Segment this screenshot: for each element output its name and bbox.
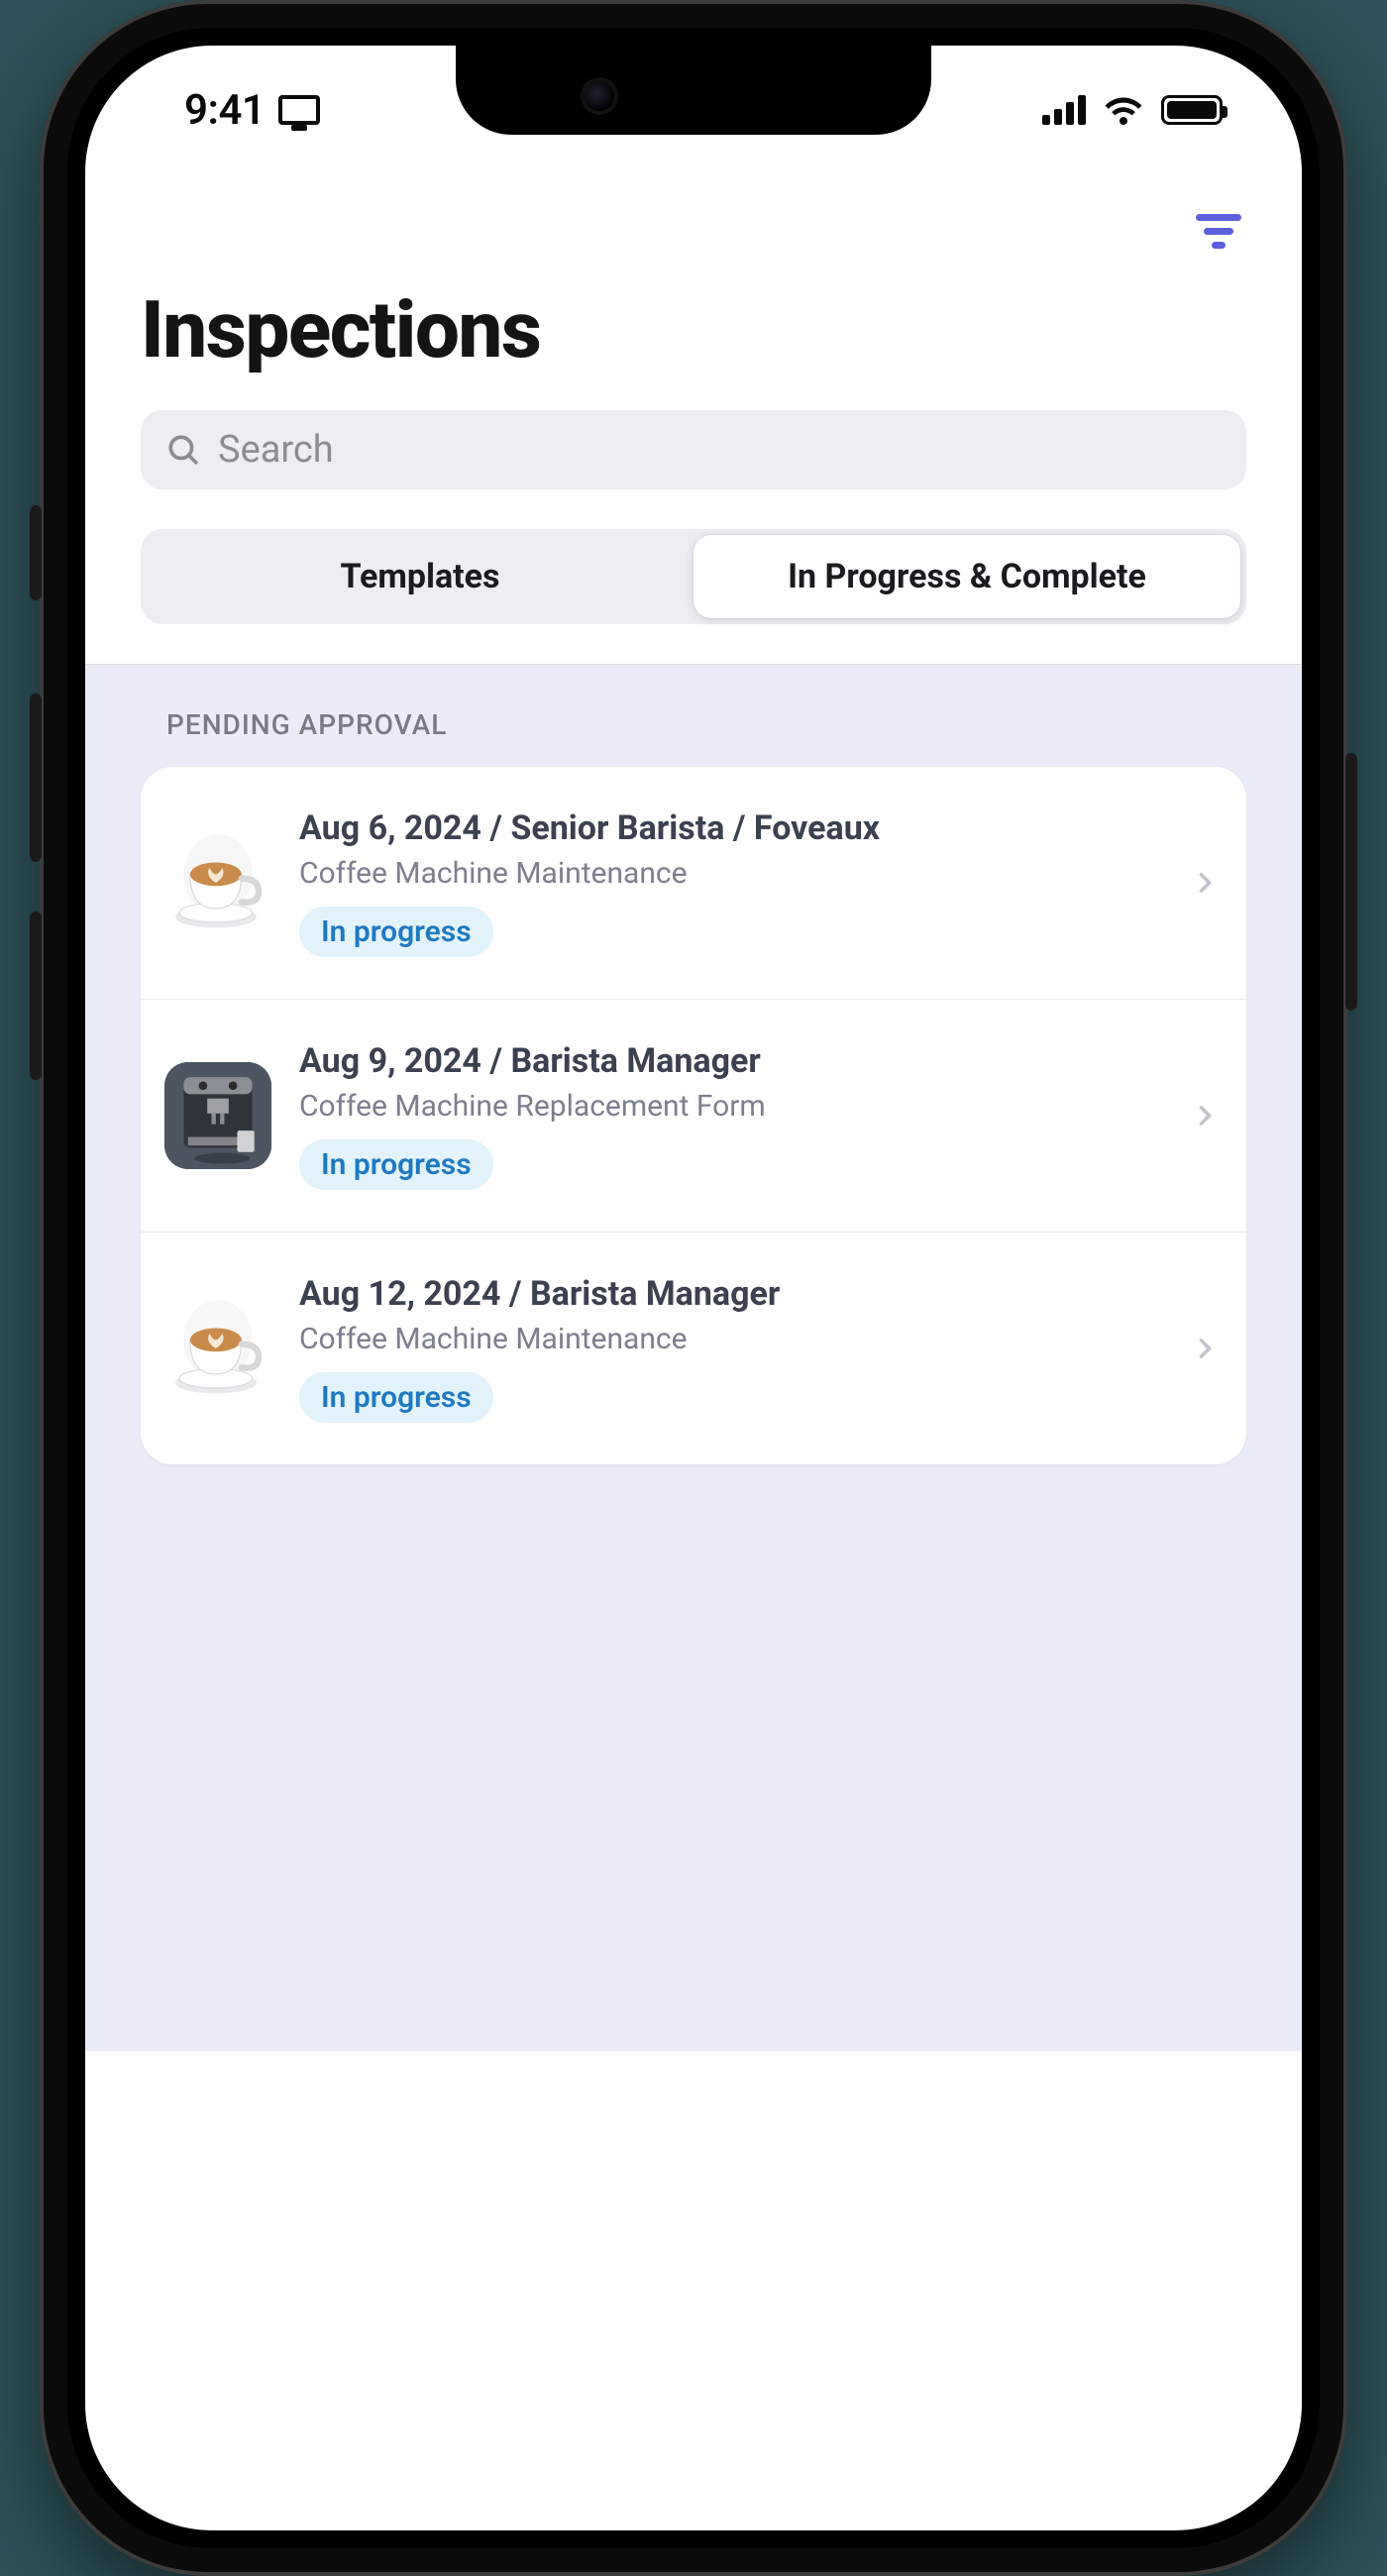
list-item-subtitle: Coffee Machine Replacement Form	[299, 1089, 1163, 1124]
status-time: 9:41	[184, 86, 265, 135]
cellular-signal-icon	[1042, 95, 1086, 125]
page-title: Inspections	[141, 283, 1246, 376]
coffee-cup-icon	[164, 1295, 271, 1402]
coffee-machine-icon	[164, 1062, 271, 1169]
list-item-title: Aug 9, 2024 / Barista Manager	[299, 1041, 1163, 1081]
tab-templates[interactable]: Templates	[147, 535, 694, 618]
status-badge: In progress	[299, 1139, 493, 1190]
phone-side-button	[30, 505, 42, 600]
list-item-title: Aug 12, 2024 / Barista Manager	[299, 1274, 1163, 1314]
battery-icon	[1161, 95, 1223, 125]
search-input[interactable]	[218, 428, 1221, 472]
list-item[interactable]: Aug 9, 2024 / Barista Manager Coffee Mac…	[141, 999, 1246, 1232]
app-header: Inspections Templates In Progress & Comp…	[85, 174, 1302, 624]
wifi-icon	[1104, 95, 1143, 125]
phone-frame: 9:41	[40, 0, 1347, 2576]
status-badge: In progress	[299, 907, 493, 957]
phone-side-button	[1345, 753, 1357, 1011]
list-item[interactable]: Aug 6, 2024 / Senior Barista / Foveaux C…	[141, 767, 1246, 999]
airplay-icon	[278, 95, 320, 125]
chevron-right-icon	[1191, 1335, 1219, 1362]
screen: 9:41	[85, 46, 1302, 2530]
content-area: PENDING APPROVAL	[85, 664, 1302, 2051]
phone-side-button	[30, 694, 42, 862]
segmented-control: Templates In Progress & Complete	[141, 529, 1246, 624]
list-item[interactable]: Aug 12, 2024 / Barista Manager Coffee Ma…	[141, 1232, 1246, 1464]
list-item-subtitle: Coffee Machine Maintenance	[299, 1322, 1163, 1356]
notch	[456, 46, 931, 135]
filter-icon[interactable]	[1195, 214, 1242, 254]
pending-list-card: Aug 6, 2024 / Senior Barista / Foveaux C…	[141, 767, 1246, 1464]
search-field[interactable]	[141, 410, 1246, 489]
chevron-right-icon	[1191, 869, 1219, 897]
list-item-subtitle: Coffee Machine Maintenance	[299, 856, 1163, 891]
tab-in-progress-complete[interactable]: In Progress & Complete	[694, 535, 1240, 618]
section-header-pending: PENDING APPROVAL	[141, 704, 1246, 767]
coffee-cup-icon	[164, 829, 271, 936]
phone-side-button	[30, 912, 42, 1080]
search-icon	[166, 433, 200, 467]
chevron-right-icon	[1191, 1102, 1219, 1129]
list-item-title: Aug 6, 2024 / Senior Barista / Foveaux	[299, 808, 1163, 848]
front-camera	[585, 81, 614, 111]
status-badge: In progress	[299, 1372, 493, 1423]
